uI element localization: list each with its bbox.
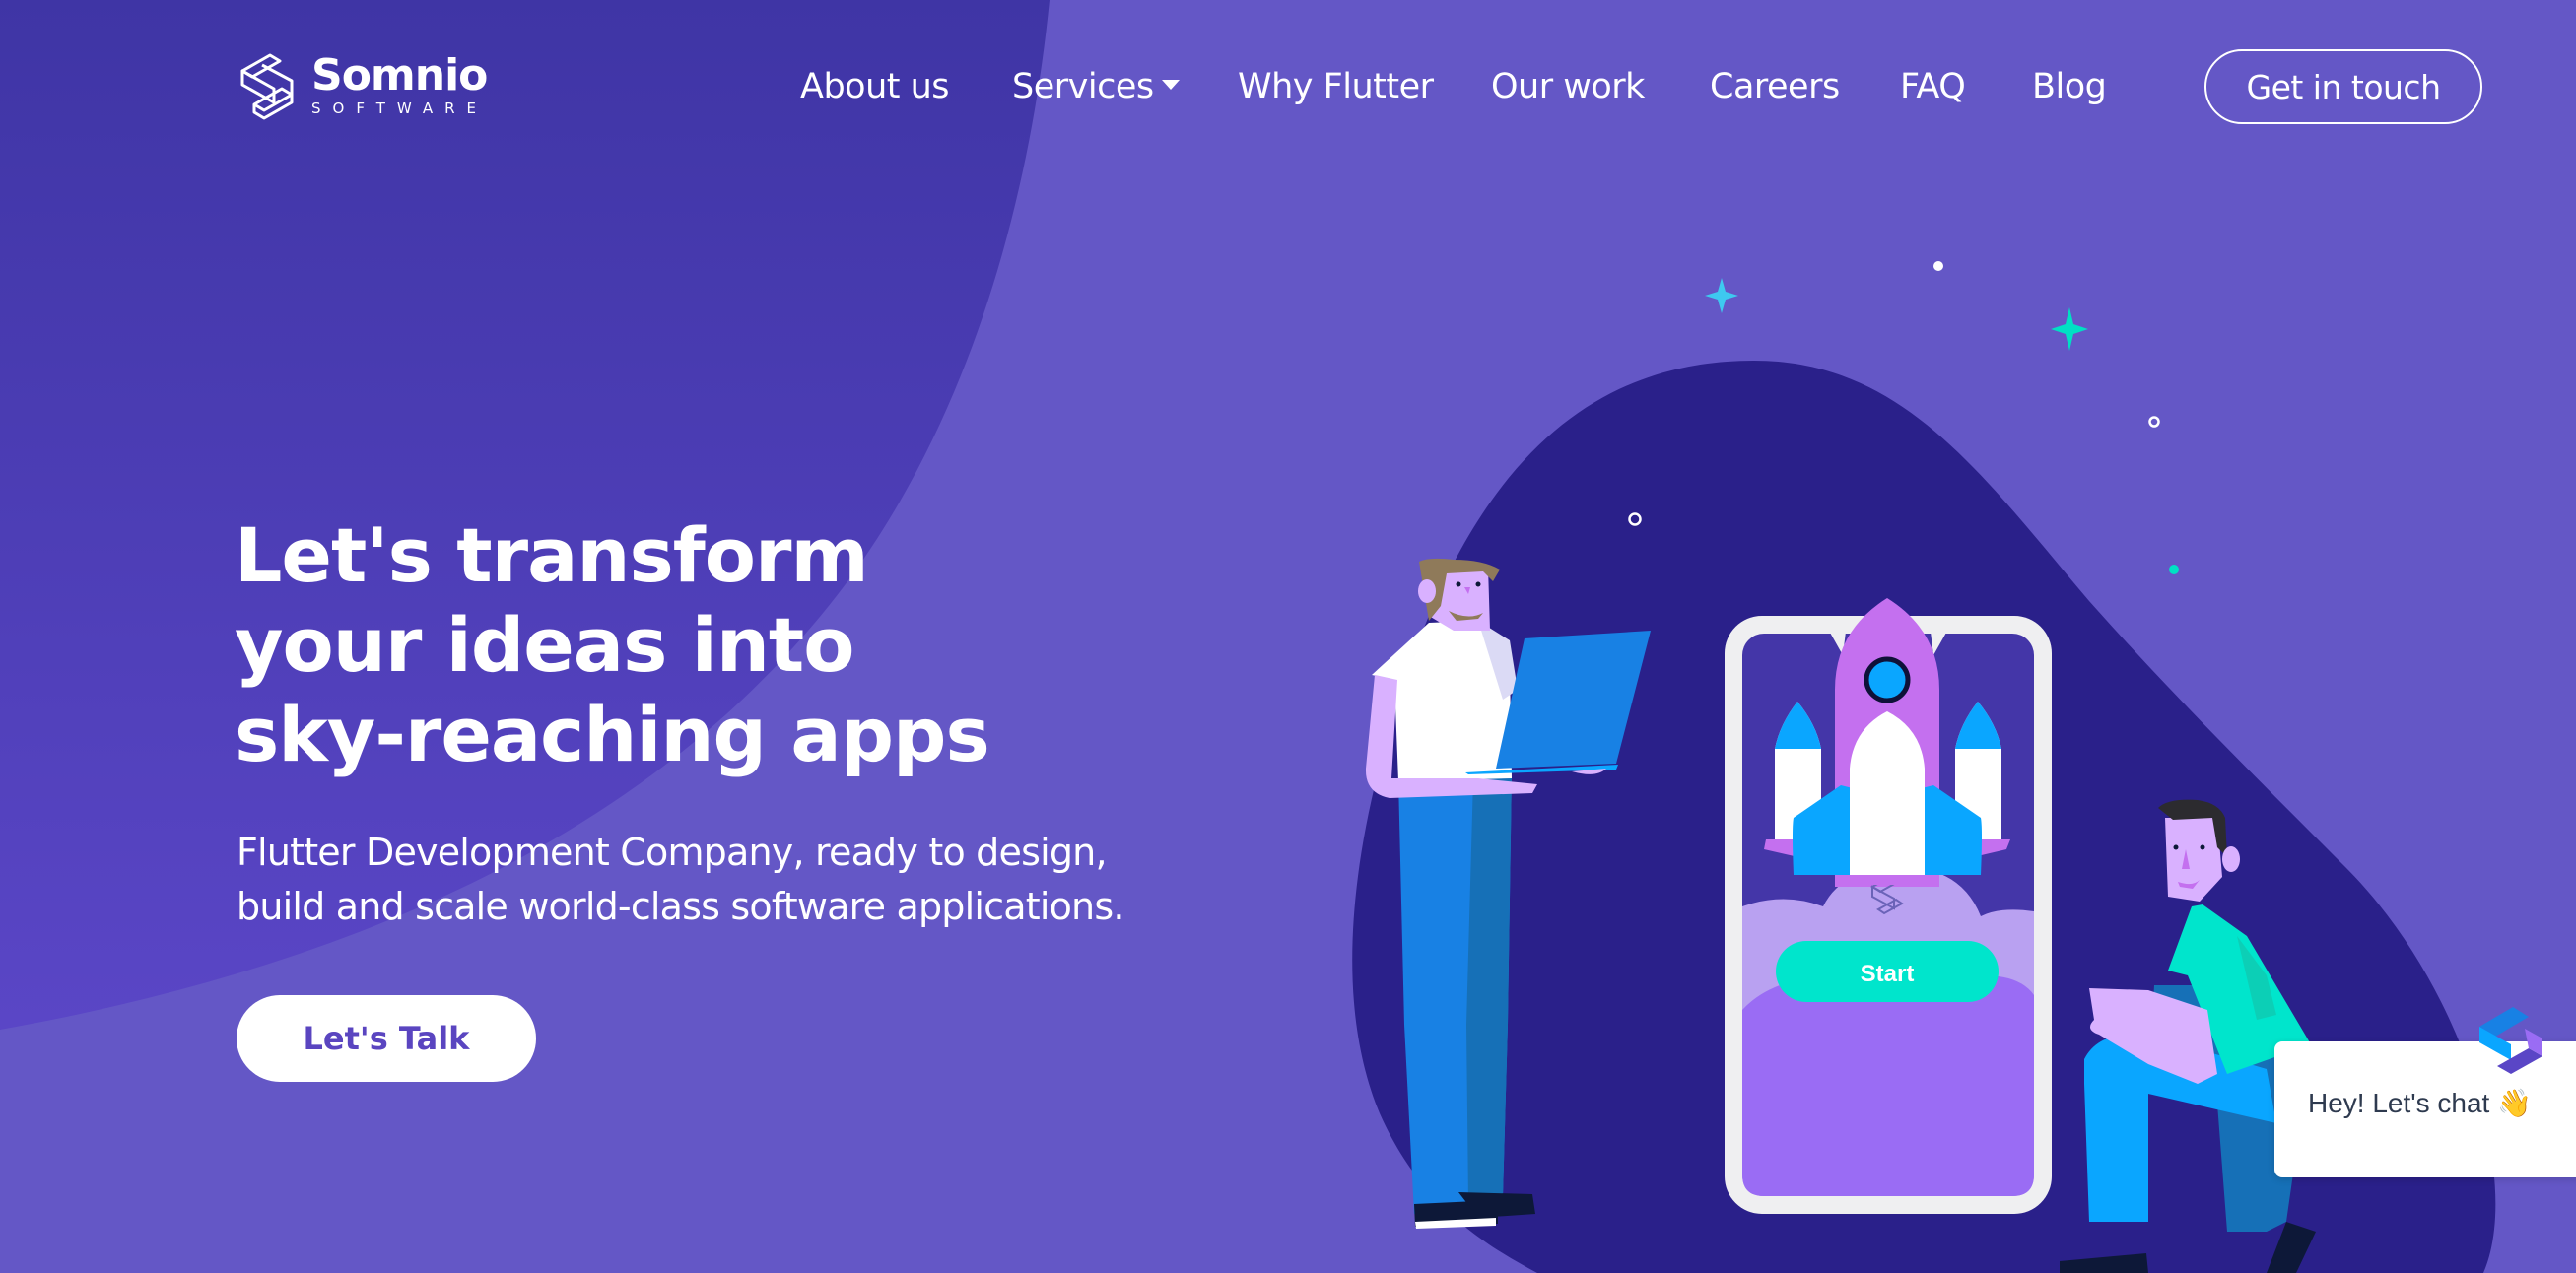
phone-illustration: Start (1725, 598, 2052, 1214)
person-sitting-illustration (2060, 799, 2316, 1273)
person-with-laptop-illustration (1365, 558, 1651, 1229)
chat-widget-logo-icon[interactable] (2475, 997, 2544, 1086)
hero-illustration: Start (1365, 558, 2316, 1273)
chat-widget-text: Hey! Let's chat 👋 (2308, 1088, 2532, 1118)
phone-start-label: Start (1861, 961, 1915, 987)
